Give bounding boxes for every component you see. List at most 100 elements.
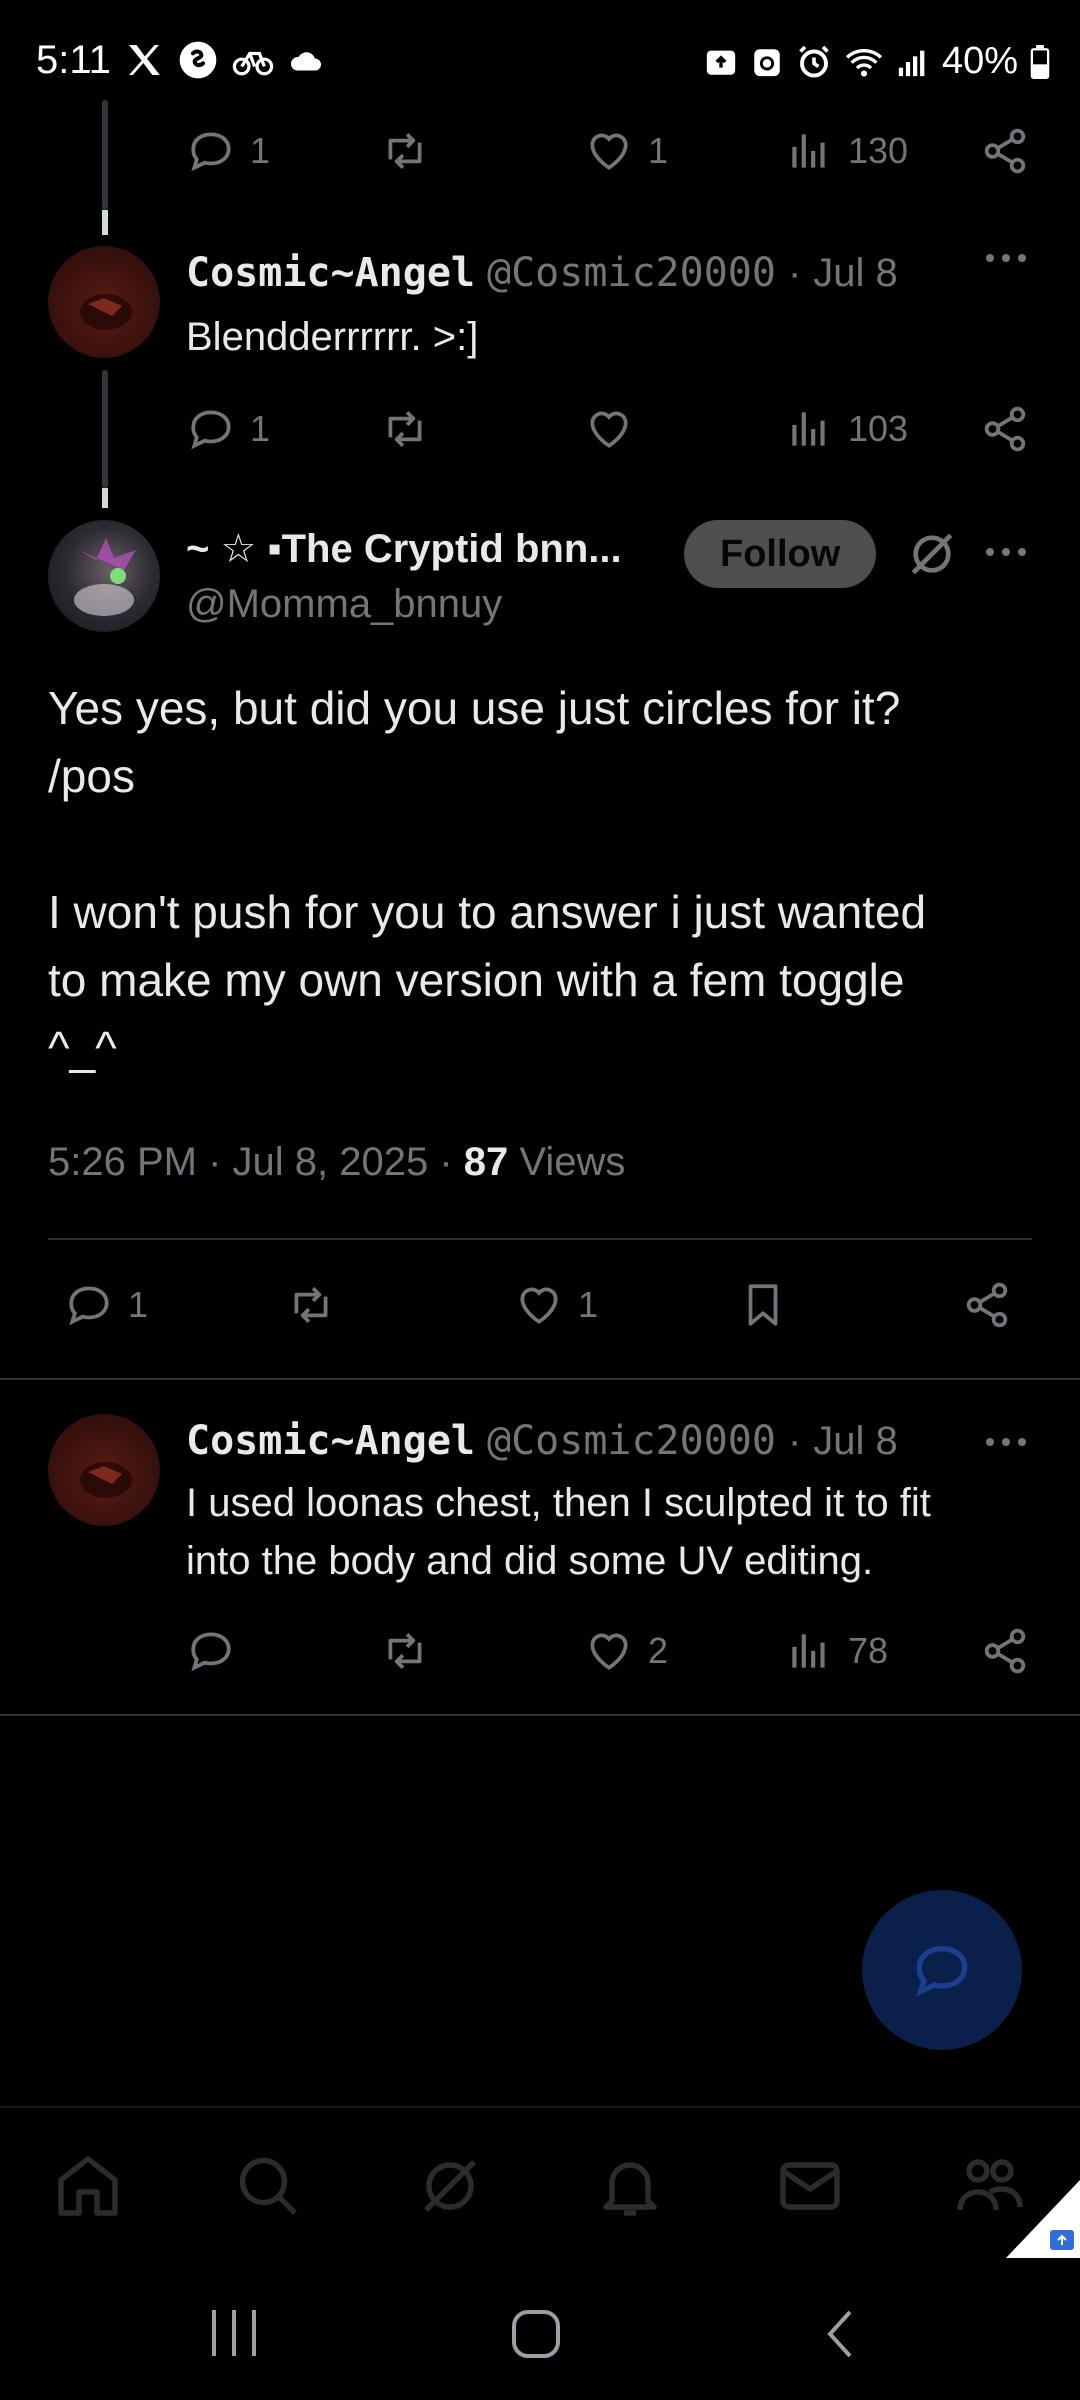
system-icons: 40% (704, 40, 1050, 83)
main-author-name[interactable]: ~ ☆ ▪The Cryptid bnn... (186, 526, 646, 572)
retweet-button[interactable] (286, 1280, 336, 1330)
back-icon (827, 2310, 852, 2358)
reply-icon (191, 1632, 231, 1672)
author-name[interactable]: Cosmic~Angel (186, 1418, 475, 1464)
recent-apps-button[interactable] (206, 2308, 262, 2358)
share-button[interactable] (980, 404, 1030, 454)
grok-button[interactable] (904, 526, 960, 582)
reply-date: Jul 8 (813, 251, 898, 295)
separator-dot: · (787, 1419, 802, 1463)
author-handle[interactable]: @Cosmic20000 (487, 1418, 776, 1464)
mail-icon (780, 2162, 840, 2210)
reply-icon (916, 1945, 968, 1997)
like-button[interactable]: 1 (584, 126, 668, 176)
divider (0, 1378, 1080, 1380)
share-icon (984, 128, 1026, 174)
like-count: 1 (578, 1284, 599, 1325)
reply-button[interactable]: 1 (64, 1280, 148, 1330)
separator-dot: · (787, 251, 802, 295)
shazam-icon (178, 40, 218, 80)
reply-count: 1 (128, 1284, 149, 1325)
share-button[interactable] (980, 126, 1030, 176)
search-icon (239, 2157, 297, 2215)
views-button[interactable]: 103 (784, 404, 908, 454)
avatar[interactable] (48, 1414, 160, 1526)
status-bar: 5:11 40% (0, 0, 1080, 110)
thread-line-end (102, 210, 108, 235)
nav-search[interactable] (232, 2150, 304, 2222)
retweet-button[interactable] (380, 1626, 430, 1676)
reply-icon (191, 410, 231, 450)
follow-label: Follow (720, 532, 841, 575)
tweet-date: Jul 8, 2025 (232, 1140, 429, 1184)
recycle-icon (750, 45, 784, 79)
x-logo-icon (124, 40, 164, 80)
views-count: 87 (463, 1140, 509, 1184)
reply-button[interactable]: 1 (186, 126, 270, 176)
compose-reply-fab[interactable] (862, 1890, 1022, 2050)
reply1-actions: 1 103 (0, 404, 1080, 464)
more-icon (986, 548, 1026, 556)
views-count: 103 (848, 408, 909, 449)
main-tweet-text: Yes yes, but did you use just circles fo… (48, 682, 927, 1074)
reply-header: Cosmic~Angel @Cosmic20000 · Jul 8 (186, 1418, 898, 1464)
follow-button[interactable]: Follow (684, 520, 877, 588)
views-button[interactable]: 130 (784, 126, 908, 176)
bookmark-button[interactable] (738, 1280, 788, 1330)
more-options-button[interactable] (982, 1432, 1030, 1452)
avatar[interactable] (48, 246, 160, 358)
like-icon (590, 1633, 628, 1670)
signal-icon (896, 47, 930, 77)
like-icon (590, 133, 628, 170)
bottom-nav (0, 2106, 1080, 2258)
back-button[interactable] (820, 2308, 860, 2360)
like-count: 2 (648, 1630, 669, 1671)
nav-home[interactable] (52, 2150, 124, 2222)
views-label[interactable]: Views (519, 1140, 625, 1184)
share-button[interactable] (962, 1280, 1012, 1330)
views-button[interactable]: 78 (784, 1626, 888, 1676)
like-icon (520, 1287, 558, 1324)
thread-line-end (102, 488, 108, 508)
retweet-icon (388, 133, 422, 169)
author-name[interactable]: Cosmic~Angel (186, 250, 475, 296)
more-options-button[interactable] (982, 542, 1030, 562)
views-icon (792, 412, 825, 446)
wifi-icon (844, 45, 884, 79)
reply-text: Blendderrrrrr. >:] (186, 315, 479, 359)
grok-icon (911, 533, 953, 575)
share-icon (966, 1282, 1008, 1328)
author-handle[interactable]: @Cosmic20000 (487, 250, 776, 296)
main-tweet-actions: 1 1 (0, 1280, 1080, 1340)
tweet-time: 5:26 PM (48, 1140, 197, 1184)
battery-icon (1030, 44, 1050, 79)
like-button[interactable] (584, 404, 634, 454)
system-navigation-bar (0, 2256, 1080, 2400)
main-author-handle[interactable]: @Momma_bnnuy (186, 582, 502, 627)
retweet-icon (388, 411, 422, 447)
more-options-button[interactable] (982, 248, 1030, 268)
nav-messages[interactable] (774, 2150, 846, 2222)
home-button[interactable] (510, 2308, 566, 2360)
nav-notifications[interactable] (594, 2150, 666, 2222)
upload-icon (704, 45, 738, 79)
nav-grok[interactable] (414, 2150, 486, 2222)
divider (0, 1714, 1080, 1716)
screenshot-corner[interactable] (1006, 2180, 1080, 2258)
share-button[interactable] (980, 1626, 1030, 1676)
like-icon (590, 411, 628, 448)
notification-icons (124, 40, 324, 80)
reply-button[interactable] (186, 1626, 236, 1676)
views-count: 130 (848, 130, 909, 171)
retweet-icon (294, 1287, 328, 1323)
avatar[interactable] (48, 520, 160, 632)
reply-button[interactable]: 1 (186, 404, 270, 454)
reply-icon (191, 132, 231, 172)
reply-count: 1 (250, 130, 271, 171)
bell-icon (603, 2162, 657, 2216)
divider (48, 1238, 1032, 1240)
retweet-button[interactable] (380, 126, 430, 176)
like-button[interactable]: 2 (584, 1626, 668, 1676)
retweet-button[interactable] (380, 404, 430, 454)
like-button[interactable]: 1 (514, 1280, 598, 1330)
